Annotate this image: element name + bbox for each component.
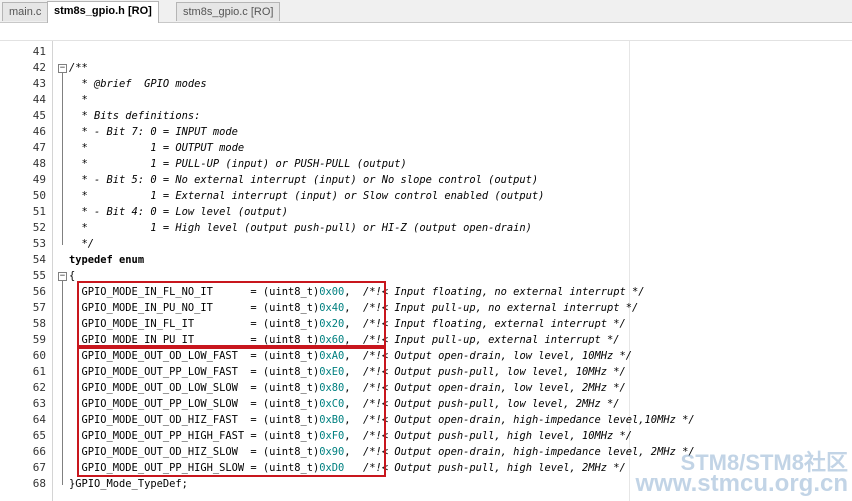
code-comment: /*!< Input floating, no external interru… [363,286,645,298]
line-number: 63 [32,397,46,410]
tab-stm8s-gpio-h[interactable]: stm8s_gpio.h [RO] [47,1,159,23]
highlight-box-output-modes [77,347,386,477]
code-line[interactable]: 45 * Bits definitions: [0,108,852,124]
code-text: * 1 = OUTPUT mode [69,140,245,156]
code-line[interactable]: 54 typedef enum [0,252,852,268]
code-comment: /*!< Output open-drain, high-impedance l… [363,414,695,426]
line-number: 66 [32,445,46,458]
line-number: 50 [32,189,46,202]
line-number: 47 [32,141,46,154]
code-comment: * 1 = High level (output push-pull) or H… [69,222,532,234]
code-comment: /*!< Input pull-up, no external interrup… [363,302,639,314]
code-comment: * - Bit 5: 0 = No external interrupt (in… [69,174,539,186]
line-number: 44 [32,93,46,106]
line-number: 67 [32,461,46,474]
line-number: 45 [32,109,46,122]
code-text: * @brief GPIO modes [69,76,207,92]
code-comment: * @brief GPIO modes [69,78,207,90]
code-line[interactable]: 49 * - Bit 5: 0 = No external interrupt … [0,172,852,188]
code-text: * - Bit 4: 0 = Low level (output) [69,204,288,220]
code-comment: /*!< Input floating, external interrupt … [363,318,626,330]
code-comment: * Bits definitions: [69,110,201,122]
code-comment: * [69,94,88,106]
line-number: 55 [32,269,46,282]
code-comment: * 1 = PULL-UP (input) or PUSH-PULL (outp… [69,158,407,170]
code-text: }GPIO_Mode_TypeDef; [69,476,188,492]
code-comment: /*!< Output open-drain, low level, 10MHz… [363,350,633,362]
code-comment: * 1 = OUTPUT mode [69,142,245,154]
line-number: 65 [32,429,46,442]
tab-bar: main.c stm8s_gpio.h [RO] stm8s_gpio.c [R… [0,0,852,23]
code-text: * 1 = High level (output push-pull) or H… [69,220,532,236]
code-line[interactable]: 41 [0,44,852,60]
line-number: 42 [32,61,46,74]
code-line[interactable]: 50 * 1 = External interrupt (input) or S… [0,188,852,204]
tab-stm8s-gpio-c[interactable]: stm8s_gpio.c [RO] [176,2,281,21]
editor-header-strip [0,23,852,41]
code-comment: /*!< Output push-pull, high level, 10MHz… [363,430,633,442]
code-comment: /** [69,62,88,74]
code-text: */ [69,236,95,252]
keyword: typedef enum [69,254,145,266]
line-number: 68 [32,477,46,490]
code-token: { [69,270,76,282]
code-line[interactable]: 52 * 1 = High level (output push-pull) o… [0,220,852,236]
code-text: * - Bit 5: 0 = No external interrupt (in… [69,172,539,188]
code-line[interactable]: 42 /** [0,60,852,76]
code-text: typedef enum [69,252,144,268]
line-number: 56 [32,285,46,298]
code-line[interactable]: 48 * 1 = PULL-UP (input) or PUSH-PULL (o… [0,156,852,172]
line-number: 57 [32,301,46,314]
line-number: 41 [32,45,46,58]
code-token: }GPIO_Mode_TypeDef; [69,478,188,490]
code-comment: * - Bit 4: 0 = Low level (output) [69,206,288,218]
code-text: * [69,92,88,108]
line-number: 54 [32,253,46,266]
code-comment: * - Bit 7: 0 = INPUT mode [69,126,238,138]
line-number: 49 [32,173,46,186]
code-text: { [69,268,75,284]
line-number: 51 [32,205,46,218]
line-number: 62 [32,381,46,394]
code-comment: * 1 = External interrupt (input) or Slow… [69,190,545,202]
code-text: * Bits definitions: [69,108,201,124]
code-comment: /*!< Output open-drain, high-impedance l… [363,446,695,458]
line-number: 58 [32,317,46,330]
line-number: 43 [32,77,46,90]
code-comment: /*!< Input pull-up, external interrupt *… [363,334,620,346]
line-number: 61 [32,365,46,378]
code-comment: /*!< Output push-pull, low level, 2MHz *… [363,398,620,410]
code-line[interactable]: 46 * - Bit 7: 0 = INPUT mode [0,124,852,140]
code-comment: */ [69,238,95,250]
line-number: 52 [32,221,46,234]
code-text: * 1 = PULL-UP (input) or PUSH-PULL (outp… [69,156,407,172]
line-number: 59 [32,333,46,346]
line-number: 48 [32,157,46,170]
line-number: 64 [32,413,46,426]
highlight-box-input-modes [77,281,386,347]
tab-main-c[interactable]: main.c [2,2,49,21]
code-comment: /*!< Output open-drain, low level, 2MHz … [363,382,626,394]
code-text: * 1 = External interrupt (input) or Slow… [69,188,545,204]
code-line[interactable]: 43 * @brief GPIO modes [0,76,852,92]
code-line[interactable]: 53 */ [0,236,852,252]
code-text: * - Bit 7: 0 = INPUT mode [69,124,238,140]
code-line[interactable]: 44 * [0,92,852,108]
code-comment: /*!< Output push-pull, high level, 2MHz … [363,462,626,474]
code-text: /** [69,60,88,76]
watermark-line2: www.stmcu.org.cn [635,470,848,497]
line-number: 60 [32,349,46,362]
code-line[interactable]: 51 * - Bit 4: 0 = Low level (output) [0,204,852,220]
code-comment: /*!< Output push-pull, low level, 10MHz … [363,366,626,378]
line-number: 46 [32,125,46,138]
code-line[interactable]: 47 * 1 = OUTPUT mode [0,140,852,156]
line-number: 53 [32,237,46,250]
